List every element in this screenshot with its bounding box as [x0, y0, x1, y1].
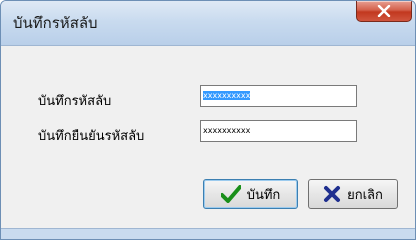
- confirm-password-label: บันทึกยืนยันรหัสลับ: [38, 129, 145, 144]
- close-button[interactable]: [356, 1, 412, 22]
- cancel-button-label: ยกเลิก: [347, 187, 383, 203]
- close-icon: [377, 5, 391, 17]
- x-mark-icon: [323, 185, 341, 203]
- window-title: บันทึกรหัสลับ: [13, 14, 98, 32]
- checkmark-icon: [220, 185, 241, 203]
- password-field[interactable]: xxxxxxxxxx: [200, 85, 357, 107]
- title-bar[interactable]: บันทึกรหัสลับ: [1, 1, 415, 46]
- dialog-body: บันทึกรหัสลับ xxxxxxxxxx บันทึกยืนยันรหั…: [9, 55, 407, 231]
- password-field-selection: xxxxxxxxxx: [203, 91, 251, 100]
- window-bottom-border: [1, 228, 415, 239]
- password-label: บันทึกรหัสลับ: [38, 94, 112, 109]
- password-dialog: บันทึกรหัสลับ บันทึกรหัสลับ xxxxxxxxxx บ…: [0, 0, 416, 240]
- save-button-label: บันทึก: [246, 187, 281, 203]
- confirm-password-field[interactable]: xxxxxxxxxx: [200, 120, 357, 142]
- cancel-button[interactable]: ยกเลิก: [308, 179, 398, 209]
- save-button[interactable]: บันทึก: [203, 179, 298, 209]
